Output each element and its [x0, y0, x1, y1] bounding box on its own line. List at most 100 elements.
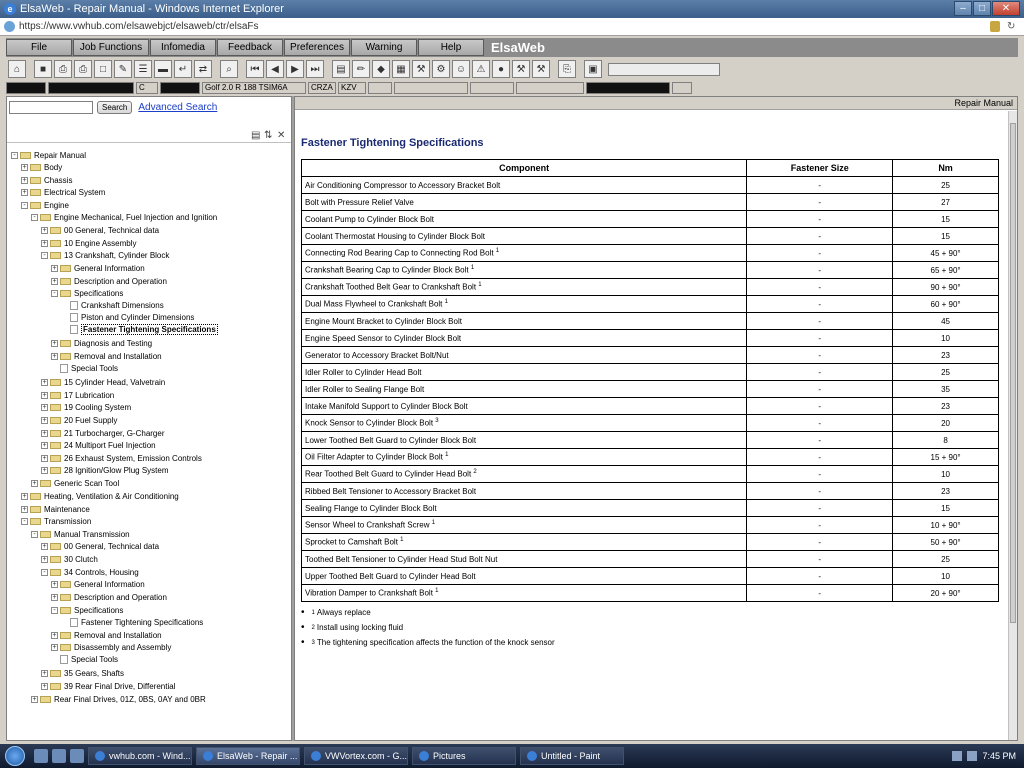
- lock-icon[interactable]: [990, 21, 1000, 32]
- menu-feedback[interactable]: Feedback: [217, 39, 283, 56]
- expand-icon[interactable]: +: [31, 695, 38, 703]
- menu-infomedia[interactable]: Infomedia: [150, 39, 216, 56]
- tree-node[interactable]: + Electrical System: [21, 186, 105, 198]
- tree-node[interactable]: + Generic Scan Tool: [31, 477, 119, 489]
- tree-node[interactable]: +28 Ignition/Glow Plug System: [41, 464, 169, 476]
- close-tree-icon[interactable]: ✕: [277, 130, 285, 141]
- tree-node[interactable]: + Disassembly and Assembly: [51, 641, 171, 653]
- tree-node[interactable]: +21 Turbocharger, G-Charger: [41, 427, 165, 439]
- grid-button[interactable]: ▦: [392, 60, 410, 78]
- hammer-button[interactable]: ⚒: [532, 60, 550, 78]
- tree-node[interactable]: Crankshaft Dimensions: [61, 299, 164, 311]
- person-button[interactable]: ☺: [452, 60, 470, 78]
- tree-node[interactable]: +39 Rear Final Drive, Differential: [41, 680, 175, 692]
- tree-node[interactable]: - Engine: [21, 199, 69, 211]
- refresh-icon[interactable]: ↻: [1007, 21, 1018, 32]
- expand-icon[interactable]: +: [41, 391, 48, 399]
- tree-node[interactable]: + Diagnosis and Testing: [51, 337, 152, 349]
- start-button[interactable]: [0, 744, 30, 768]
- tree-node[interactable]: +10 Engine Assembly: [41, 237, 137, 249]
- tree-node[interactable]: Special Tools: [51, 653, 118, 665]
- sync-icon[interactable]: ⇅: [264, 130, 272, 141]
- tree-node[interactable]: + Rear Final Drives, 01Z, 0BS, 0AY and 0B…: [31, 693, 206, 705]
- tree-node[interactable]: +00 General, Technical data: [41, 540, 159, 552]
- expand-icon[interactable]: +: [51, 277, 58, 285]
- car-button[interactable]: ▬: [154, 60, 172, 78]
- expand-icon[interactable]: +: [51, 643, 58, 651]
- tree-node[interactable]: Piston and Cylinder Dimensions: [61, 311, 194, 323]
- engine-button[interactable]: ⚙: [432, 60, 450, 78]
- taskbar-item[interactable]: vwhub.com - Wind...: [88, 747, 192, 765]
- expand-icon[interactable]: +: [21, 163, 28, 171]
- expand-icon[interactable]: +: [51, 352, 58, 360]
- tree-node[interactable]: +20 Fuel Supply: [41, 414, 117, 426]
- last-button[interactable]: ⏭: [306, 60, 324, 78]
- expand-icon[interactable]: +: [51, 580, 58, 588]
- book-button[interactable]: ▤: [332, 60, 350, 78]
- expand-icon[interactable]: +: [51, 264, 58, 272]
- note-button[interactable]: ☰: [134, 60, 152, 78]
- tree-node[interactable]: +17 Lubrication: [41, 389, 114, 401]
- expand-icon[interactable]: +: [21, 176, 28, 184]
- pencil-button[interactable]: ✏: [352, 60, 370, 78]
- tree-node[interactable]: - Specifications: [51, 287, 123, 299]
- first-button[interactable]: ⏮: [246, 60, 264, 78]
- tree-node[interactable]: + Heating, Ventilation & Air Conditioning: [21, 490, 179, 502]
- expand-icon[interactable]: +: [41, 239, 48, 247]
- scrollbar-thumb[interactable]: [1010, 123, 1016, 623]
- edit-button[interactable]: ✎: [114, 60, 132, 78]
- expand-icon[interactable]: +: [41, 429, 48, 437]
- expand-icon[interactable]: +: [51, 631, 58, 639]
- window-button[interactable]: ▣: [584, 60, 602, 78]
- expand-icon[interactable]: +: [41, 454, 48, 462]
- collapse-icon[interactable]: -: [51, 606, 58, 614]
- address-bar[interactable]: https://www.vwhub.com/elsawebjct/elsaweb…: [0, 18, 1024, 36]
- page-button[interactable]: □: [94, 60, 112, 78]
- maximize-button[interactable]: □: [973, 1, 991, 16]
- collapse-icon[interactable]: -: [11, 151, 18, 159]
- tree-node[interactable]: + Description and Operation: [51, 591, 167, 603]
- print-button[interactable]: ⎙: [54, 60, 72, 78]
- wrench-button[interactable]: ⚒: [412, 60, 430, 78]
- expand-icon[interactable]: +: [21, 492, 28, 500]
- tree-node[interactable]: + General Information: [51, 578, 145, 590]
- show-desktop-icon[interactable]: [34, 749, 48, 763]
- address-url[interactable]: https://www.vwhub.com/elsawebjct/elsaweb…: [19, 21, 259, 32]
- expand-icon[interactable]: +: [41, 466, 48, 474]
- collapse-icon[interactable]: -: [41, 568, 48, 576]
- collapse-icon[interactable]: -: [21, 517, 28, 525]
- clock[interactable]: 7:45 PM: [982, 751, 1016, 761]
- ie-quicklaunch-icon[interactable]: [70, 749, 84, 763]
- prev-button[interactable]: ◀: [266, 60, 284, 78]
- menu-help[interactable]: Help: [418, 39, 484, 56]
- expand-icon[interactable]: +: [41, 378, 48, 386]
- return-button[interactable]: ↵: [174, 60, 192, 78]
- tree-node[interactable]: + Maintenance: [21, 503, 90, 515]
- expand-icon[interactable]: +: [41, 682, 48, 690]
- taskbar-item[interactable]: Pictures: [412, 747, 516, 765]
- menu-file[interactable]: File: [6, 39, 72, 56]
- book-icon[interactable]: ▤: [251, 130, 260, 141]
- tree-node[interactable]: +30 Clutch: [41, 553, 98, 565]
- diamond-button[interactable]: ◆: [372, 60, 390, 78]
- menu-warning[interactable]: Warning: [351, 39, 417, 56]
- tree-node[interactable]: + Chassis: [21, 174, 72, 186]
- close-button[interactable]: ✕: [992, 1, 1020, 16]
- tree-node[interactable]: + Description and Operation: [51, 275, 167, 287]
- expand-icon[interactable]: +: [21, 188, 28, 196]
- tree-node[interactable]: + Removal and Installation: [51, 629, 162, 641]
- tree-node[interactable]: - Repair Manual: [11, 149, 86, 161]
- stop-button[interactable]: ■: [34, 60, 52, 78]
- tree-node[interactable]: Special Tools: [51, 362, 118, 374]
- search-input[interactable]: [9, 101, 93, 114]
- vertical-scrollbar[interactable]: [1008, 111, 1017, 740]
- collapse-icon[interactable]: -: [31, 530, 38, 538]
- collapse-icon[interactable]: -: [41, 251, 48, 259]
- globe-button[interactable]: ●: [492, 60, 510, 78]
- warning-button[interactable]: ⚠: [472, 60, 490, 78]
- expand-icon[interactable]: +: [41, 416, 48, 424]
- printer-button[interactable]: ⎙: [74, 60, 92, 78]
- switch-windows-icon[interactable]: [52, 749, 66, 763]
- expand-icon[interactable]: +: [51, 593, 58, 601]
- menu-job-functions[interactable]: Job Functions: [73, 39, 149, 56]
